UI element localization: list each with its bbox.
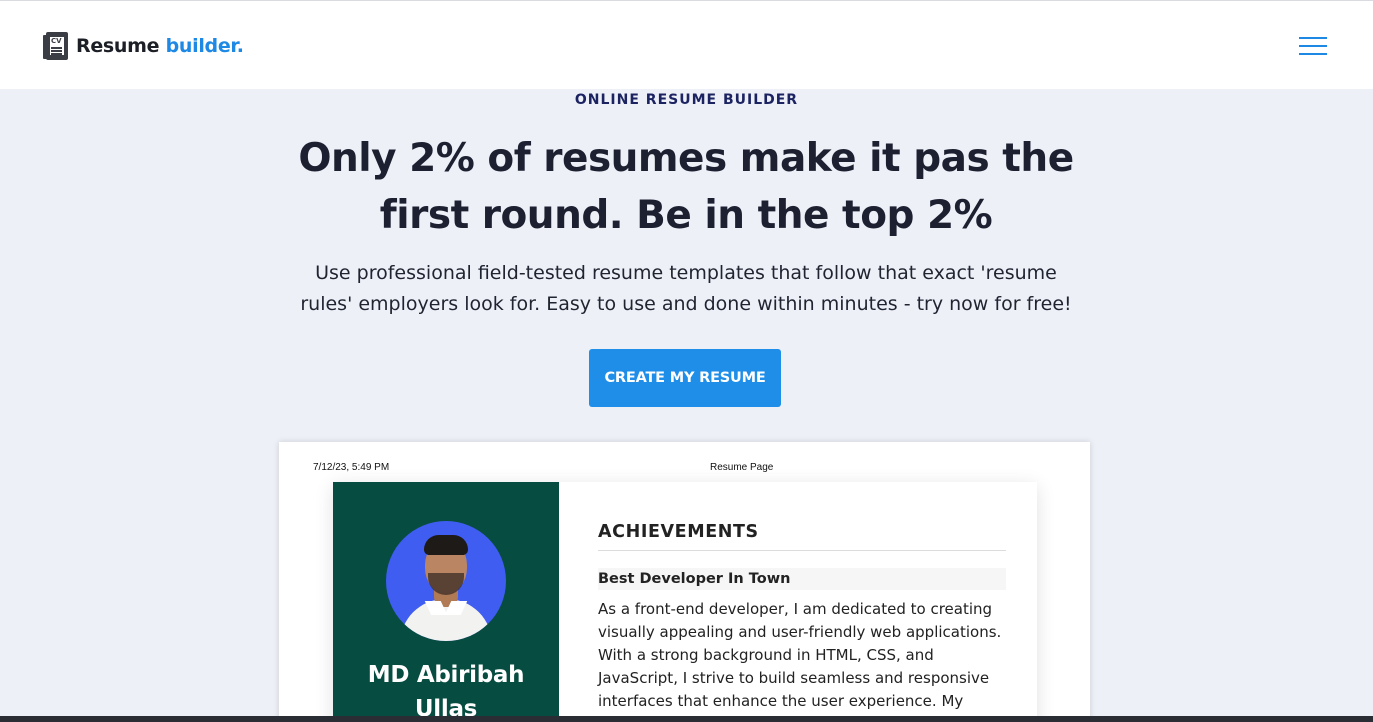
resume-page: MD Abiribah Ullas ACHIEVEMENTS Best Deve… <box>333 482 1037 722</box>
person-name: MD Abiribah Ullas <box>333 658 559 722</box>
headline-line-2: first round. Be in the top 2% <box>379 193 993 238</box>
brand-accent: builder. <box>165 35 244 57</box>
resume-preview: 7/12/23, 5:49 PM Resume Page MD Abiribah… <box>279 442 1090 722</box>
window-bottom-edge <box>0 716 1373 722</box>
create-resume-button[interactable]: CREATE MY RESUME <box>589 349 781 407</box>
subtext-line-1: Use professional field-tested resume tem… <box>315 262 1057 284</box>
print-date: 7/12/23, 5:49 PM <box>313 462 390 473</box>
hero-headline: Only 2% of resumes make it pas the first… <box>286 130 1086 244</box>
top-navbar: CV Resume builder. <box>0 0 1373 89</box>
brand-main: Resume <box>76 35 160 57</box>
achievements-heading: ACHIEVEMENTS <box>598 522 1006 551</box>
print-title: Resume Page <box>710 462 774 473</box>
desc-line: interfaces that enhance the user experie… <box>598 692 964 710</box>
desc-line: As a front-end developer, I am dedicated… <box>598 600 993 618</box>
desc-line: JavaScript, I strive to build seamless a… <box>598 669 990 687</box>
desc-line: With a strong background in HTML, CSS, a… <box>598 646 934 664</box>
achievement-title: Best Developer In Town <box>598 568 1006 590</box>
resume-sidebar: MD Abiribah Ullas <box>333 482 559 722</box>
brand-logo-link[interactable]: CV Resume builder. <box>43 31 244 61</box>
headline-line-1: Only 2% of resumes make it pas the <box>298 136 1074 181</box>
hamburger-menu-icon[interactable] <box>1299 35 1327 57</box>
cv-document-icon: CV <box>43 32 69 60</box>
avatar <box>386 521 506 641</box>
resume-content: ACHIEVEMENTS Best Developer In Town As a… <box>598 522 1006 713</box>
desc-line: visually appealing and user-friendly web… <box>598 623 1002 641</box>
brand-name: Resume builder. <box>76 35 244 57</box>
subtext-line-2: rules' employers look for. Easy to use a… <box>300 293 1072 315</box>
achievement-description: As a front-end developer, I am dedicated… <box>598 598 1008 713</box>
name-line-1: MD Abiribah <box>367 662 525 688</box>
hero-eyebrow: ONLINE RESUME BUILDER <box>574 92 799 108</box>
hero-subtext: Use professional field-tested resume tem… <box>271 258 1101 320</box>
